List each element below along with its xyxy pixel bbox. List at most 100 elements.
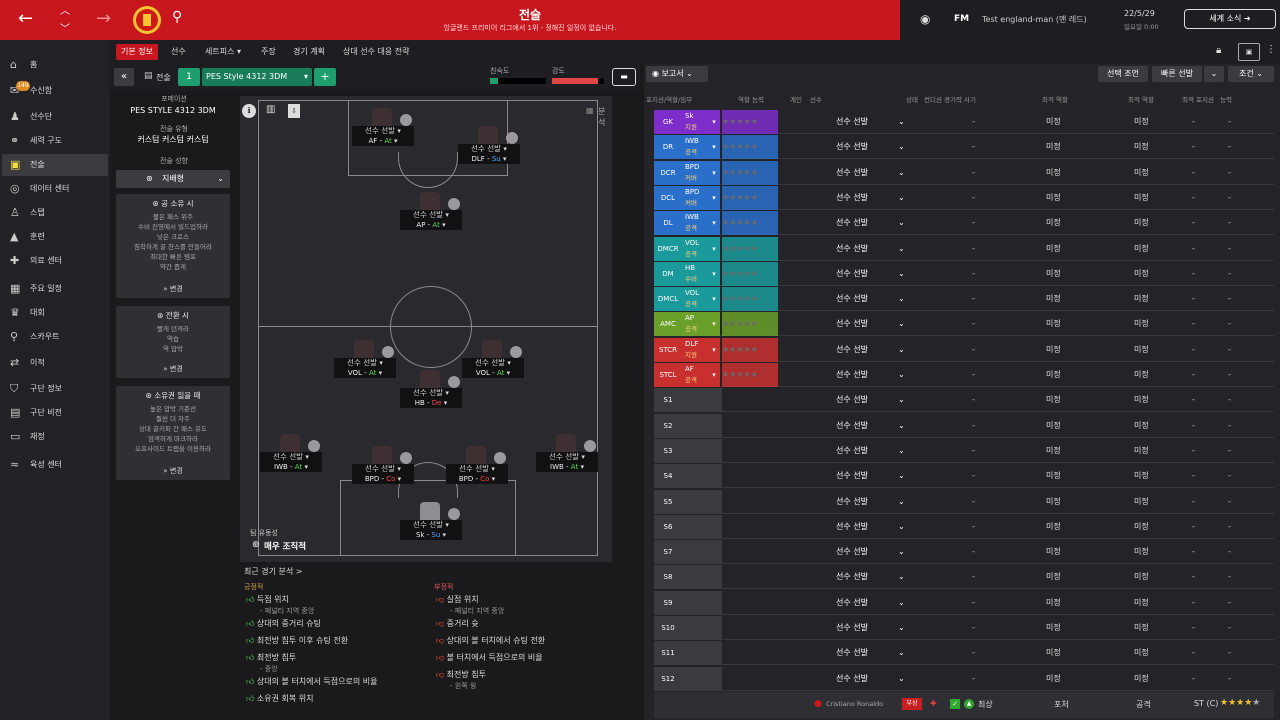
table-row[interactable]: STCL AF 공격 ▾ ★★★★★ 선수 선발 ⌄ - 미정 미정 - - xyxy=(654,363,1274,387)
sidebar-item-9[interactable]: ▦ 주요 일정 xyxy=(2,278,108,300)
table-row[interactable]: S2 선수 선발 ⌄ - 미정 미정 - - xyxy=(654,413,1274,438)
chevron-down-icon[interactable]: ▾ xyxy=(708,110,720,134)
quick-pick-dropdown-icon[interactable]: ⌄ xyxy=(1204,66,1224,82)
role-select[interactable]: BPD - Co ▾ xyxy=(446,474,508,484)
selection-advice-button[interactable]: 선택 조언 xyxy=(1098,66,1148,82)
table-row[interactable]: DCR BPD 커버 ▾ ★★★★★ 선수 선발 ⌄ - 미정 미정 - - xyxy=(654,160,1274,185)
chevron-down-icon[interactable]: ﹀ xyxy=(60,20,70,35)
forward-arrow-icon[interactable]: → xyxy=(96,8,111,29)
formation-value[interactable]: PES STYLE 4312 3DM xyxy=(116,106,230,115)
role-select[interactable]: BPD - Co ▾ xyxy=(352,474,414,484)
role-select[interactable]: AP - At ▾ xyxy=(400,220,462,230)
role-cell[interactable]: IWB 공격 xyxy=(682,211,708,236)
pitch-player-slot[interactable]: 선수 선발 ▾ DLF - Su ▾ xyxy=(458,126,520,172)
header-player[interactable]: 선수 xyxy=(810,94,822,104)
table-row[interactable]: DM HB 수비 ▾ ★★★★★ 선수 선발 ⌄ - 미정 미정 - - xyxy=(654,261,1274,286)
pitch-player-slot[interactable]: 선수 선발 ▾ VOL - At ▾ xyxy=(462,340,524,386)
player-select[interactable]: 선수 선발 ▾ xyxy=(400,210,462,220)
player-select-cell[interactable]: 선수 선발 ⌄ xyxy=(836,161,906,185)
style-value[interactable]: 커스텀 커스텀 커스텀 xyxy=(116,134,230,145)
tab-captains[interactable]: 주장 xyxy=(256,44,281,60)
bar-chart-icon[interactable]: ▥ xyxy=(266,104,275,115)
chevron-down-icon[interactable]: ▾ xyxy=(708,211,720,236)
sidebar-item-0[interactable]: ⌂ 홈 xyxy=(2,54,108,76)
chevron-down-icon[interactable]: ▾ xyxy=(708,312,720,337)
sidebar-item-2[interactable]: ♟ 선수단 xyxy=(2,106,108,128)
header-best-role-2[interactable]: 최적 역할 xyxy=(1128,94,1154,104)
pitch-player-slot[interactable]: 선수 선발 ▾ VOL - At ▾ xyxy=(334,340,396,386)
tactic-view-icon[interactable]: ▣ xyxy=(1238,43,1260,61)
player-select-cell[interactable]: 선수 선발 ⌄ xyxy=(836,490,906,514)
sidebar-item-4[interactable]: ▣ 전술 xyxy=(2,154,108,176)
player-select-cell[interactable]: 선수 선발 ⌄ xyxy=(836,135,906,159)
table-row[interactable]: GK Sk 지원 ▾ ★★★★★ 선수 선발 ⌄ - 미정 미정 - - xyxy=(654,110,1274,134)
collapse-panel-button[interactable]: « xyxy=(114,68,134,86)
quick-pick-button[interactable]: 빠른 선발 xyxy=(1152,66,1202,82)
table-row[interactable]: DMCL VOL 공격 ▾ ★★★★★ 선수 선발 ⌄ - 미정 미정 - - xyxy=(654,287,1274,312)
player-select[interactable]: 선수 선발 ▾ xyxy=(462,358,524,368)
tab-overview[interactable]: 기본 정보 xyxy=(116,44,158,60)
pitch-player-slot[interactable]: 선수 선발 ▾ Sk - Su ▾ xyxy=(400,502,462,548)
sidebar-item-6[interactable]: ♙ 스탭 xyxy=(2,202,108,224)
sidebar-item-8[interactable]: ✚ 의료 센터 xyxy=(2,250,108,272)
table-row[interactable]: DCL BPD 커버 ▾ ★★★★★ 선수 선발 ⌄ - 미정 미정 - - xyxy=(654,185,1274,210)
player-select-cell[interactable]: 선수 선발 ⌄ xyxy=(836,312,906,336)
table-row[interactable]: S11 선수 선발 ⌄ - 미정 미정 - - xyxy=(654,641,1274,666)
player-select-cell[interactable]: 선수 선발 ⌄ xyxy=(836,540,906,564)
header-ability[interactable]: 능력 xyxy=(1220,94,1232,104)
table-row[interactable]: S5 선수 선발 ⌄ - 미정 미정 - - xyxy=(654,489,1274,514)
role-cell[interactable]: AP 공격 xyxy=(682,312,708,337)
player-select-cell[interactable]: 선수 선발 ⌄ xyxy=(836,262,906,286)
role-cell[interactable]: Sk 지원 xyxy=(682,110,708,134)
analysis-link[interactable]: 분석 xyxy=(598,106,612,128)
player-select-cell[interactable]: 선수 선발 ⌄ xyxy=(836,186,906,210)
player-select-cell[interactable]: 선수 선발 ⌄ xyxy=(836,287,906,311)
player-select-cell[interactable]: 선수 선발 ⌄ xyxy=(836,667,906,691)
out-of-possession-change-button[interactable]: » 변경 xyxy=(116,466,230,476)
table-row[interactable]: S10 선수 선발 ⌄ - 미정 미정 - - xyxy=(654,616,1274,640)
player-select-cell[interactable]: 선수 선발 ⌄ xyxy=(836,211,906,235)
report-button[interactable]: ◉ 보고서 ⌄ xyxy=(646,66,708,82)
sidebar-item-12[interactable]: ⇄ 이적 xyxy=(2,352,108,374)
player-select[interactable]: 선수 선발 ▾ xyxy=(260,452,322,462)
pitch-player-slot[interactable]: 선수 선발 ▾ BPD - Co ▾ xyxy=(352,446,414,492)
profile-name[interactable]: Test england-man (맨 레드) xyxy=(982,14,1087,25)
player-select-cell[interactable]: 선수 선발 ⌄ xyxy=(836,237,906,261)
player-name[interactable]: Cristiano Ronaldo xyxy=(826,700,883,708)
player-select-cell[interactable]: 선수 선발 ⌄ xyxy=(836,641,906,665)
role-cell[interactable]: BPD 커버 xyxy=(682,185,708,210)
table-row[interactable]: DMCR VOL 공격 ▾ ★★★★★ 선수 선발 ⌄ - 미정 미정 - - xyxy=(654,236,1274,261)
role-select[interactable]: HB - De ▾ xyxy=(400,398,462,408)
tab-opposition[interactable]: 상대 선수 대응 전략 xyxy=(338,44,415,60)
role-cell[interactable]: DLF 지원 xyxy=(682,337,708,362)
sidebar-item-5[interactable]: ◎ 데이터 센터 xyxy=(2,178,108,200)
download-icon[interactable]: ⇩ xyxy=(288,104,300,118)
bottom-player-row[interactable]: ● Cristiano Ronaldo 부상 ✚ ✓ ▲ 최상 포처 공격 ST… xyxy=(654,692,1274,718)
chevron-up-icon[interactable]: ︿ xyxy=(60,2,70,17)
header-condition[interactable]: 컨디션 경기력 사기 xyxy=(924,94,976,104)
table-row[interactable]: DR IWB 공격 ▾ ★★★★★ 선수 선발 ⌄ - 미정 미정 - - xyxy=(654,135,1274,160)
role-select[interactable]: DLF - Su ▾ xyxy=(458,154,520,164)
search-icon[interactable]: ⚲ xyxy=(172,9,182,25)
chevron-down-icon[interactable]: ▾ xyxy=(708,160,720,185)
table-row[interactable]: S1 선수 선발 ⌄ - 미정 미정 - - xyxy=(654,388,1274,413)
chevron-down-icon[interactable]: ▾ xyxy=(708,236,720,261)
pitch-player-slot[interactable]: 선수 선발 ▾ BPD - Co ▾ xyxy=(446,446,508,492)
pitch-player-slot[interactable]: 선수 선발 ▾ AF - At ▾ xyxy=(352,108,414,154)
sidebar-item-15[interactable]: ▭ 재정 xyxy=(2,426,108,448)
role-select[interactable]: VOL - At ▾ xyxy=(462,368,524,378)
table-row[interactable]: S6 선수 선발 ⌄ - 미정 미정 - - xyxy=(654,514,1274,539)
table-row[interactable]: S4 선수 선발 ⌄ - 미정 미정 - - xyxy=(654,464,1274,489)
table-row[interactable]: S8 선수 선발 ⌄ - 미정 미정 - - xyxy=(654,565,1274,590)
player-select[interactable]: 선수 선발 ▾ xyxy=(446,464,508,474)
tab-match-plan[interactable]: 경기 계획 xyxy=(288,44,330,60)
chevron-down-icon[interactable]: ▾ xyxy=(708,287,720,312)
globe-icon[interactable]: ◉ xyxy=(920,12,930,26)
chevron-down-icon[interactable]: ▾ xyxy=(708,337,720,362)
chevron-down-icon[interactable]: ▾ xyxy=(708,261,720,286)
player-select-cell[interactable]: 선수 선발 ⌄ xyxy=(836,363,906,387)
table-row[interactable]: DL IWB 공격 ▾ ★★★★★ 선수 선발 ⌄ - 미정 미정 - - xyxy=(654,211,1274,236)
table-row[interactable]: S9 선수 선발 ⌄ - 미정 미정 - - xyxy=(654,590,1274,615)
role-select[interactable]: AF - At ▾ xyxy=(352,136,414,146)
chevron-down-icon[interactable]: ▾ xyxy=(708,135,720,160)
